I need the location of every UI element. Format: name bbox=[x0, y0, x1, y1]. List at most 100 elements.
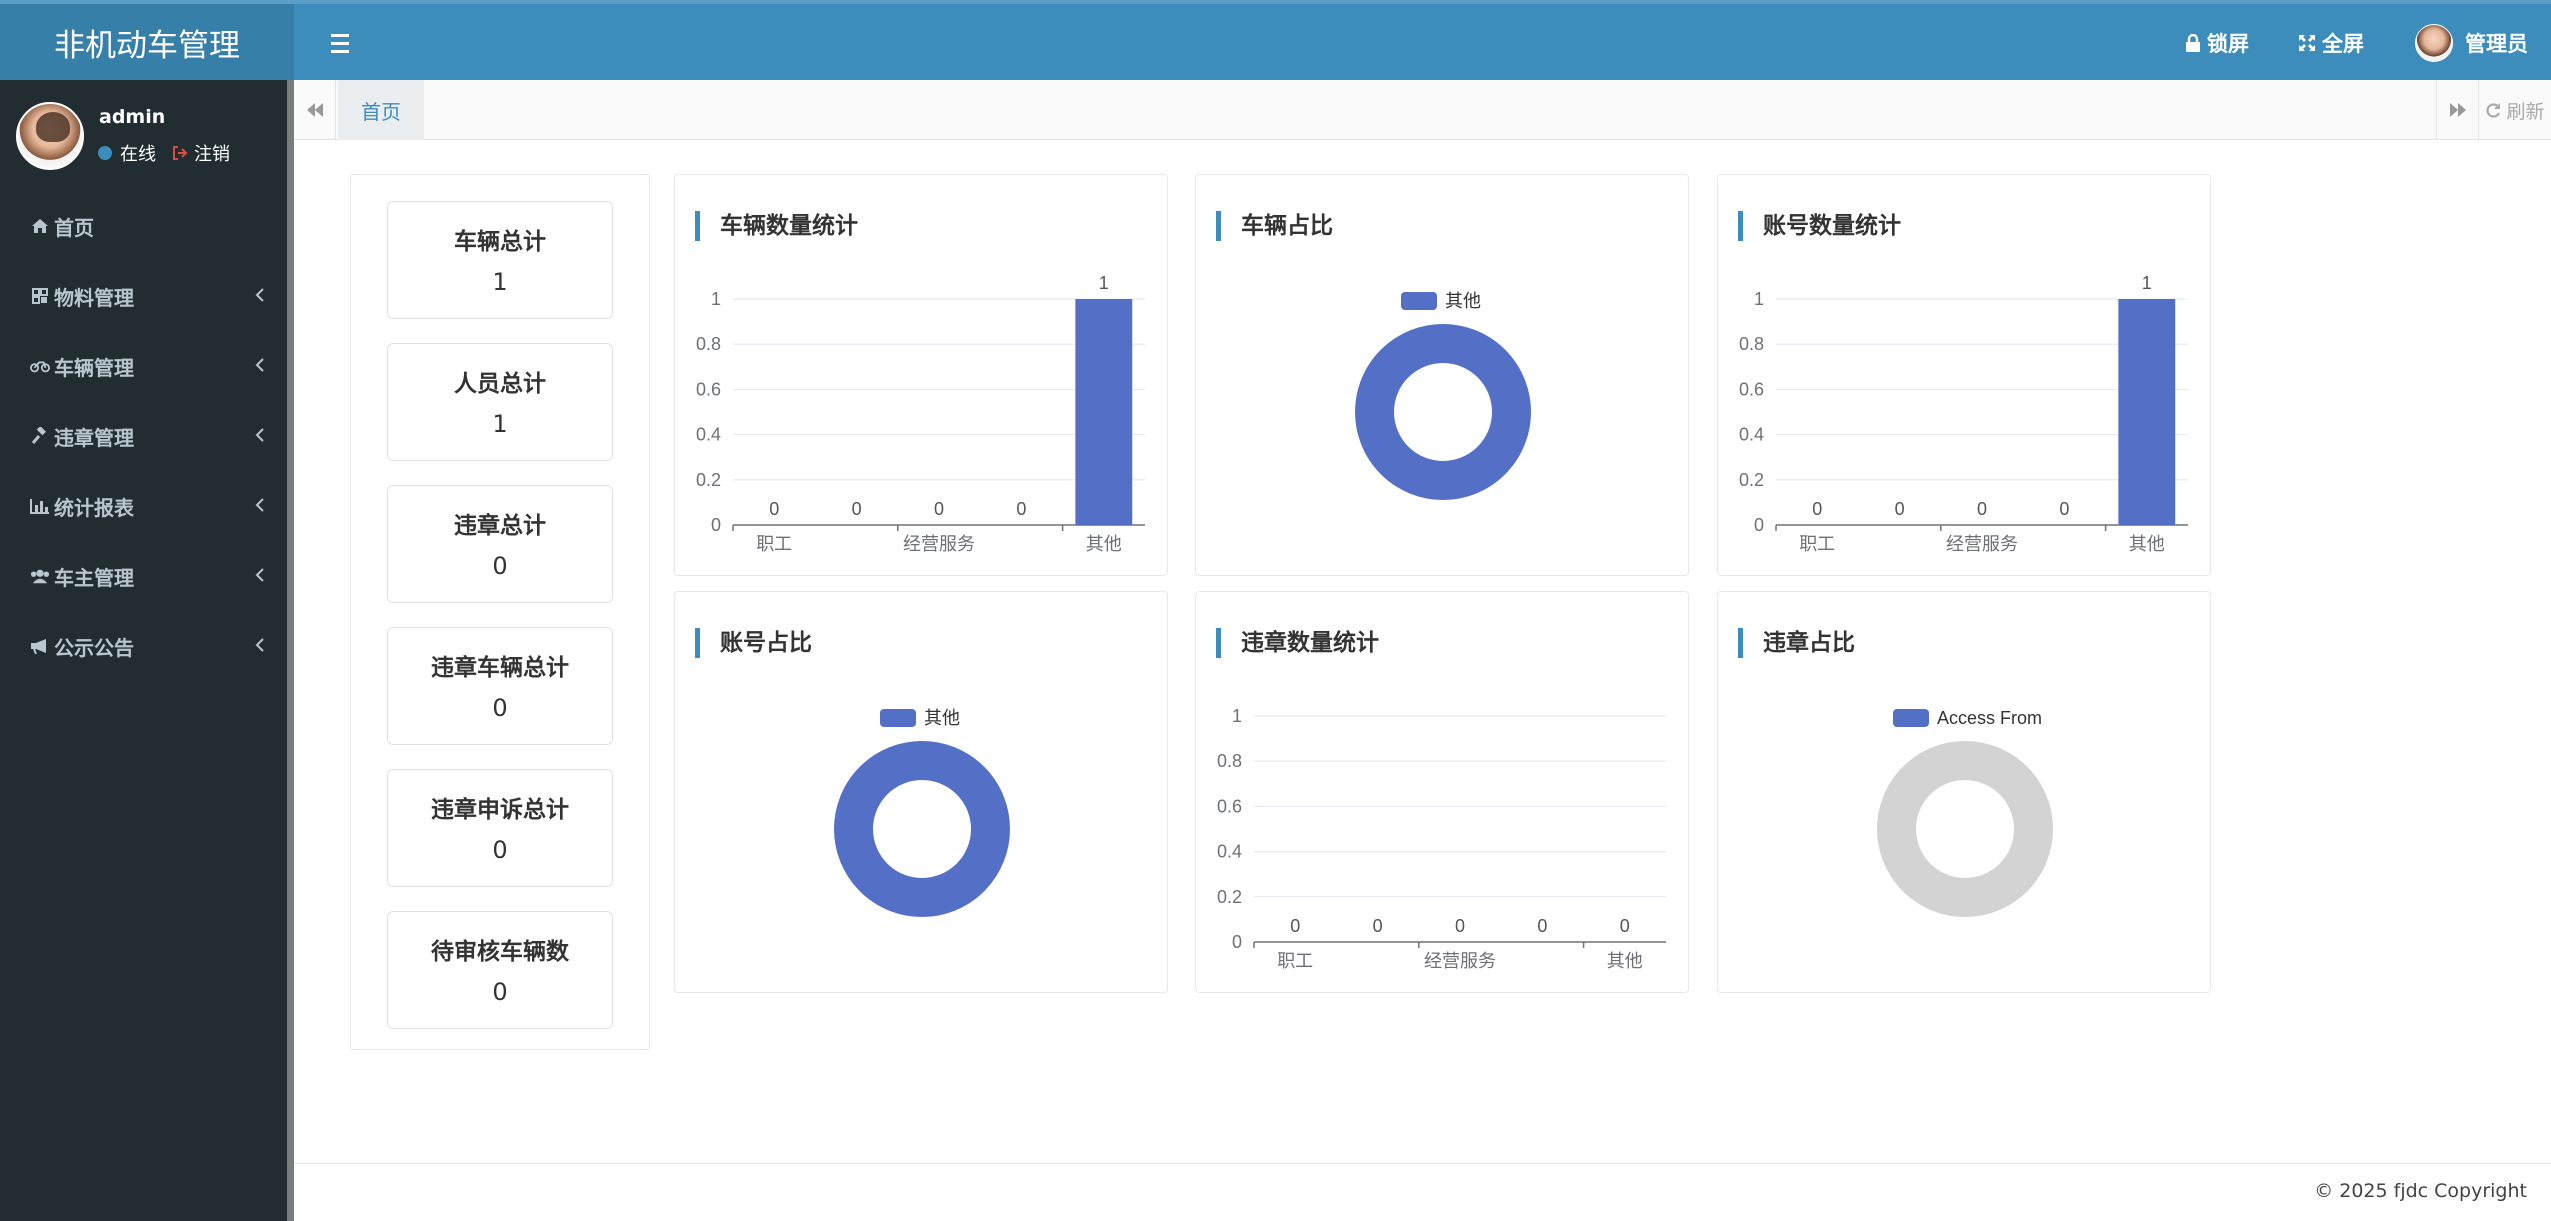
top-navbar: 非机动车管理 锁屏 全屏 管理员 bbox=[0, 0, 2551, 80]
home-icon bbox=[30, 216, 50, 236]
data-label: 0 bbox=[1977, 499, 1987, 519]
sidebar-item-announcements[interactable]: 公示公告 bbox=[0, 616, 287, 676]
data-label: 0 bbox=[1895, 499, 1905, 519]
sidebar-item-reports[interactable]: 统计报表 bbox=[0, 476, 287, 536]
tab-scroll-left-button[interactable] bbox=[294, 80, 336, 140]
stat-value: 0 bbox=[492, 836, 508, 864]
chevron-left-icon bbox=[255, 358, 264, 372]
chart-panel-account-count: 账号数量统计 0 0.2 0.4 0.6 0.8 1 0 职工 0 0 经营服务 0 1 其他 bbox=[1717, 174, 2211, 576]
sidebar-scrollbar[interactable] bbox=[287, 80, 294, 1221]
stat-label: 人员总计 bbox=[454, 371, 546, 397]
pie-chart: 其他 bbox=[834, 708, 1010, 917]
data-label: 0 bbox=[1620, 916, 1630, 936]
refresh-icon bbox=[2486, 102, 2501, 118]
copyright-text: © 2025 fjdc Copyright bbox=[2314, 1180, 2527, 1202]
x-tick-label: 经营服务 bbox=[903, 534, 975, 554]
stat-label: 违章总计 bbox=[454, 513, 546, 539]
chevron-left-icon bbox=[255, 428, 264, 442]
pie-chart: 其他 bbox=[1355, 291, 1531, 500]
y-tick-label: 0.2 bbox=[696, 470, 721, 490]
chart-panel-violation-ratio: 违章占比 Access From bbox=[1717, 591, 2211, 993]
y-tick-label: 0.6 bbox=[696, 379, 721, 399]
legend-label: Access From bbox=[1937, 708, 2042, 728]
stat-label: 车辆总计 bbox=[454, 229, 546, 255]
data-label: 0 bbox=[1455, 916, 1465, 936]
x-tick-label: 职工 bbox=[1799, 534, 1835, 554]
tab-bar: 首页 刷新 bbox=[294, 80, 2551, 140]
fullscreen-button[interactable]: 全屏 bbox=[2298, 26, 2364, 60]
legend-label: 其他 bbox=[924, 708, 960, 728]
chevron-left-icon bbox=[255, 498, 264, 512]
y-tick-label: 0.8 bbox=[1739, 334, 1764, 354]
sidebar-item-home[interactable]: 首页 bbox=[0, 196, 287, 256]
x-tick-label: 职工 bbox=[756, 534, 792, 554]
legend-swatch bbox=[880, 709, 916, 727]
stat-violations-total: 违章总计 0 bbox=[387, 485, 613, 603]
stat-pending-vehicles: 待审核车辆数 0 bbox=[387, 911, 613, 1029]
stat-vehicles-total: 车辆总计 1 bbox=[387, 201, 613, 319]
grid-icon bbox=[30, 286, 50, 306]
chevron-left-icon bbox=[255, 288, 264, 302]
sidebar-item-materials[interactable]: 物料管理 bbox=[0, 266, 287, 326]
user-menu[interactable]: 管理员 bbox=[2415, 24, 2528, 62]
sidebar-item-violations[interactable]: 违章管理 bbox=[0, 406, 287, 466]
sign-out-icon bbox=[173, 146, 188, 160]
stat-value: 0 bbox=[492, 552, 508, 580]
logout-link[interactable]: 注销 bbox=[172, 140, 230, 166]
stat-violation-vehicles-total: 违章车辆总计 0 bbox=[387, 627, 613, 745]
backward-icon bbox=[306, 103, 323, 117]
online-status-label: 在线 bbox=[120, 144, 156, 165]
chevron-left-icon bbox=[255, 638, 264, 652]
tab-scroll-right-button[interactable] bbox=[2436, 80, 2478, 140]
forward-icon bbox=[2449, 103, 2466, 117]
y-tick-label: 0.6 bbox=[1217, 796, 1242, 816]
stat-value: 0 bbox=[492, 694, 508, 722]
data-label: 0 bbox=[2059, 499, 2069, 519]
data-label: 0 bbox=[1537, 916, 1547, 936]
tab-home[interactable]: 首页 bbox=[338, 80, 424, 140]
pie-slice bbox=[834, 741, 1010, 917]
y-tick-label: 1 bbox=[711, 289, 721, 309]
app-logo-title[interactable]: 非机动车管理 bbox=[0, 4, 294, 80]
chart-panel-account-ratio: 账号占比 其他 bbox=[674, 591, 1168, 993]
sidebar-toggle-button[interactable] bbox=[325, 28, 355, 58]
x-tick-label: 经营服务 bbox=[1946, 534, 2018, 554]
sidebar-item-vehicles[interactable]: 车辆管理 bbox=[0, 336, 287, 396]
gavel-icon bbox=[30, 426, 50, 446]
bar bbox=[1075, 299, 1133, 525]
pie-slice bbox=[1877, 741, 2053, 917]
stat-value: 0 bbox=[492, 978, 508, 1006]
chart-panel-vehicle-count: 车辆数量统计 0 0.2 0.4 0.6 0.8 1 0 职工 0 0 经营服务 0 1 其他 bbox=[674, 174, 1168, 576]
footer: © 2025 fjdc Copyright bbox=[294, 1163, 2551, 1221]
legend-label: 其他 bbox=[1445, 291, 1481, 311]
refresh-label: 刷新 bbox=[2506, 100, 2545, 123]
chevron-left-icon bbox=[255, 568, 264, 582]
header-avatar bbox=[2415, 24, 2453, 62]
user-status: 在线 注销 bbox=[98, 140, 230, 166]
y-tick-label: 1 bbox=[1754, 289, 1764, 309]
bullhorn-icon bbox=[30, 636, 50, 656]
user-menu-label: 管理员 bbox=[2465, 32, 2528, 56]
refresh-button[interactable]: 刷新 bbox=[2478, 80, 2551, 140]
y-tick-label: 0.6 bbox=[1739, 379, 1764, 399]
y-tick-label: 0.2 bbox=[1739, 470, 1764, 490]
user-panel: admin 在线 注销 bbox=[16, 102, 276, 170]
lock-screen-button[interactable]: 锁屏 bbox=[2185, 26, 2249, 60]
logout-label: 注销 bbox=[194, 144, 230, 165]
legend-swatch bbox=[1893, 709, 1929, 727]
avatar bbox=[16, 102, 84, 170]
data-label: 0 bbox=[1290, 916, 1300, 936]
sidebar-item-owners[interactable]: 车主管理 bbox=[0, 546, 287, 606]
y-tick-label: 0 bbox=[1232, 932, 1242, 952]
sidebar-item-label: 公示公告 bbox=[54, 635, 134, 660]
y-tick-label: 0.8 bbox=[1217, 751, 1242, 771]
x-tick-label: 其他 bbox=[1086, 534, 1122, 554]
sidebar: admin 在线 注销 首页 物料管理 车辆管理 违章管理 统计报表 车主管理 … bbox=[0, 80, 294, 1221]
data-label: 0 bbox=[852, 499, 862, 519]
bar bbox=[2118, 299, 2176, 525]
x-tick-label: 其他 bbox=[2129, 534, 2165, 554]
pie-chart: Access From bbox=[1877, 708, 2053, 917]
y-tick-label: 1 bbox=[1232, 706, 1242, 726]
y-tick-label: 0.4 bbox=[1739, 425, 1764, 445]
chart-panel-violation-count: 违章数量统计 0 0.2 0.4 0.6 0.8 1 0 职工 0 0 经营服务 0 0 其他 bbox=[1195, 591, 1689, 993]
